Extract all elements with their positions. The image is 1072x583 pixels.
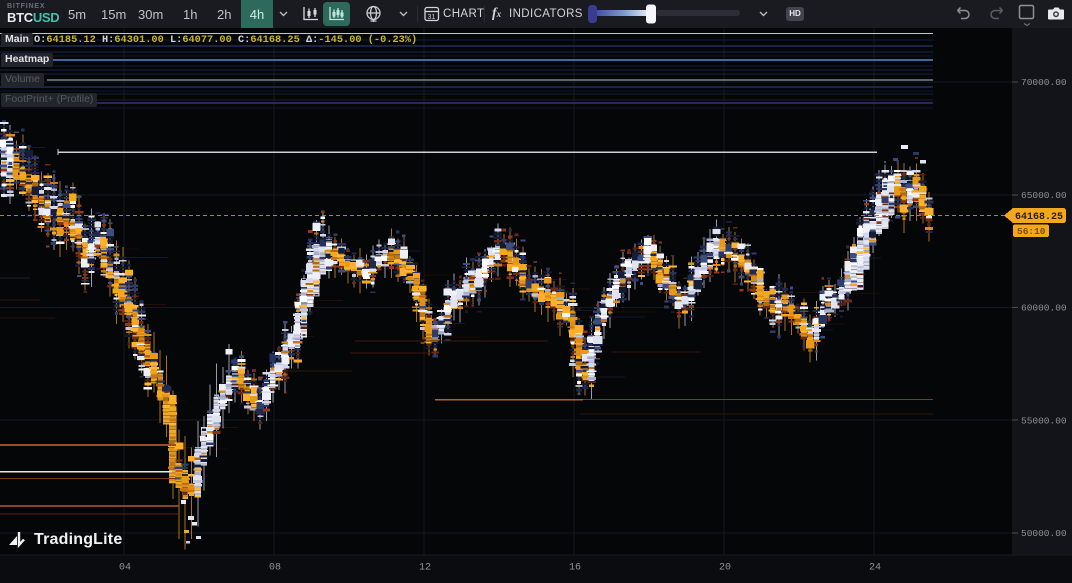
svg-text:65000.00: 65000.00 xyxy=(1021,190,1067,201)
svg-text:60000.00: 60000.00 xyxy=(1021,303,1067,314)
svg-text:16: 16 xyxy=(569,563,581,574)
svg-text:50000.00: 50000.00 xyxy=(1021,528,1067,539)
svg-text:20: 20 xyxy=(719,563,731,574)
svg-text:64168.25: 64168.25 xyxy=(1015,212,1063,223)
svg-text:12: 12 xyxy=(419,563,431,574)
svg-text:08: 08 xyxy=(269,563,281,574)
svg-text:04: 04 xyxy=(119,563,131,574)
svg-text:24: 24 xyxy=(869,563,881,574)
svg-text:55000.00: 55000.00 xyxy=(1021,415,1067,426)
svg-text:70000.00: 70000.00 xyxy=(1021,77,1067,88)
svg-text:31: 31 xyxy=(428,14,436,21)
svg-text:56:10: 56:10 xyxy=(1017,226,1046,237)
